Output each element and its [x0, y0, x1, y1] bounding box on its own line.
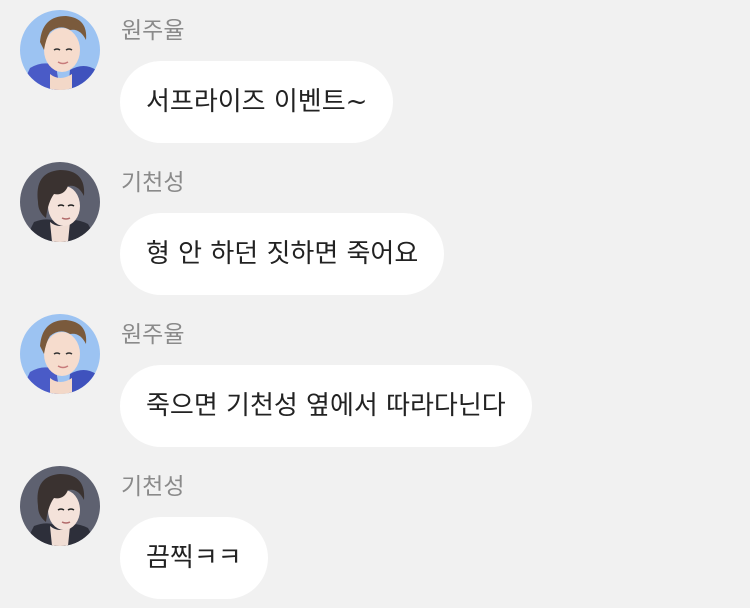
gicheonseong-avatar-icon — [20, 162, 100, 242]
message-bubble[interactable]: 죽으면 기천성 옆에서 따라다닌다 — [120, 365, 532, 447]
sender-name: 원주율 — [121, 322, 185, 348]
message-bubble[interactable]: 서프라이즈 이벤트~ — [120, 61, 394, 143]
wonjuyul-avatar[interactable] — [20, 10, 100, 90]
message-bubble[interactable]: 형 안 하던 짓하면 죽어요 — [120, 213, 445, 295]
wonjuyul-avatar-icon — [20, 10, 100, 90]
gicheonseong-avatar[interactable] — [20, 466, 100, 546]
chat-message: 원주율 서프라이즈 이벤트~ — [0, 0, 750, 152]
gicheonseong-avatar[interactable] — [20, 162, 100, 242]
chat-message: 기천성 끔찍ㅋㅋ — [0, 456, 750, 608]
chat-message: 원주율 죽으면 기천성 옆에서 따라다닌다 — [0, 304, 750, 456]
sender-name: 기천성 — [121, 170, 185, 196]
wonjuyul-avatar-icon — [20, 314, 100, 394]
sender-name: 원주율 — [121, 18, 185, 44]
message-bubble[interactable]: 끔찍ㅋㅋ — [120, 517, 268, 599]
sender-name: 기천성 — [121, 474, 185, 500]
chat-message: 기천성 형 안 하던 짓하면 죽어요 — [0, 152, 750, 304]
wonjuyul-avatar[interactable] — [20, 314, 100, 394]
gicheonseong-avatar-icon — [20, 466, 100, 546]
